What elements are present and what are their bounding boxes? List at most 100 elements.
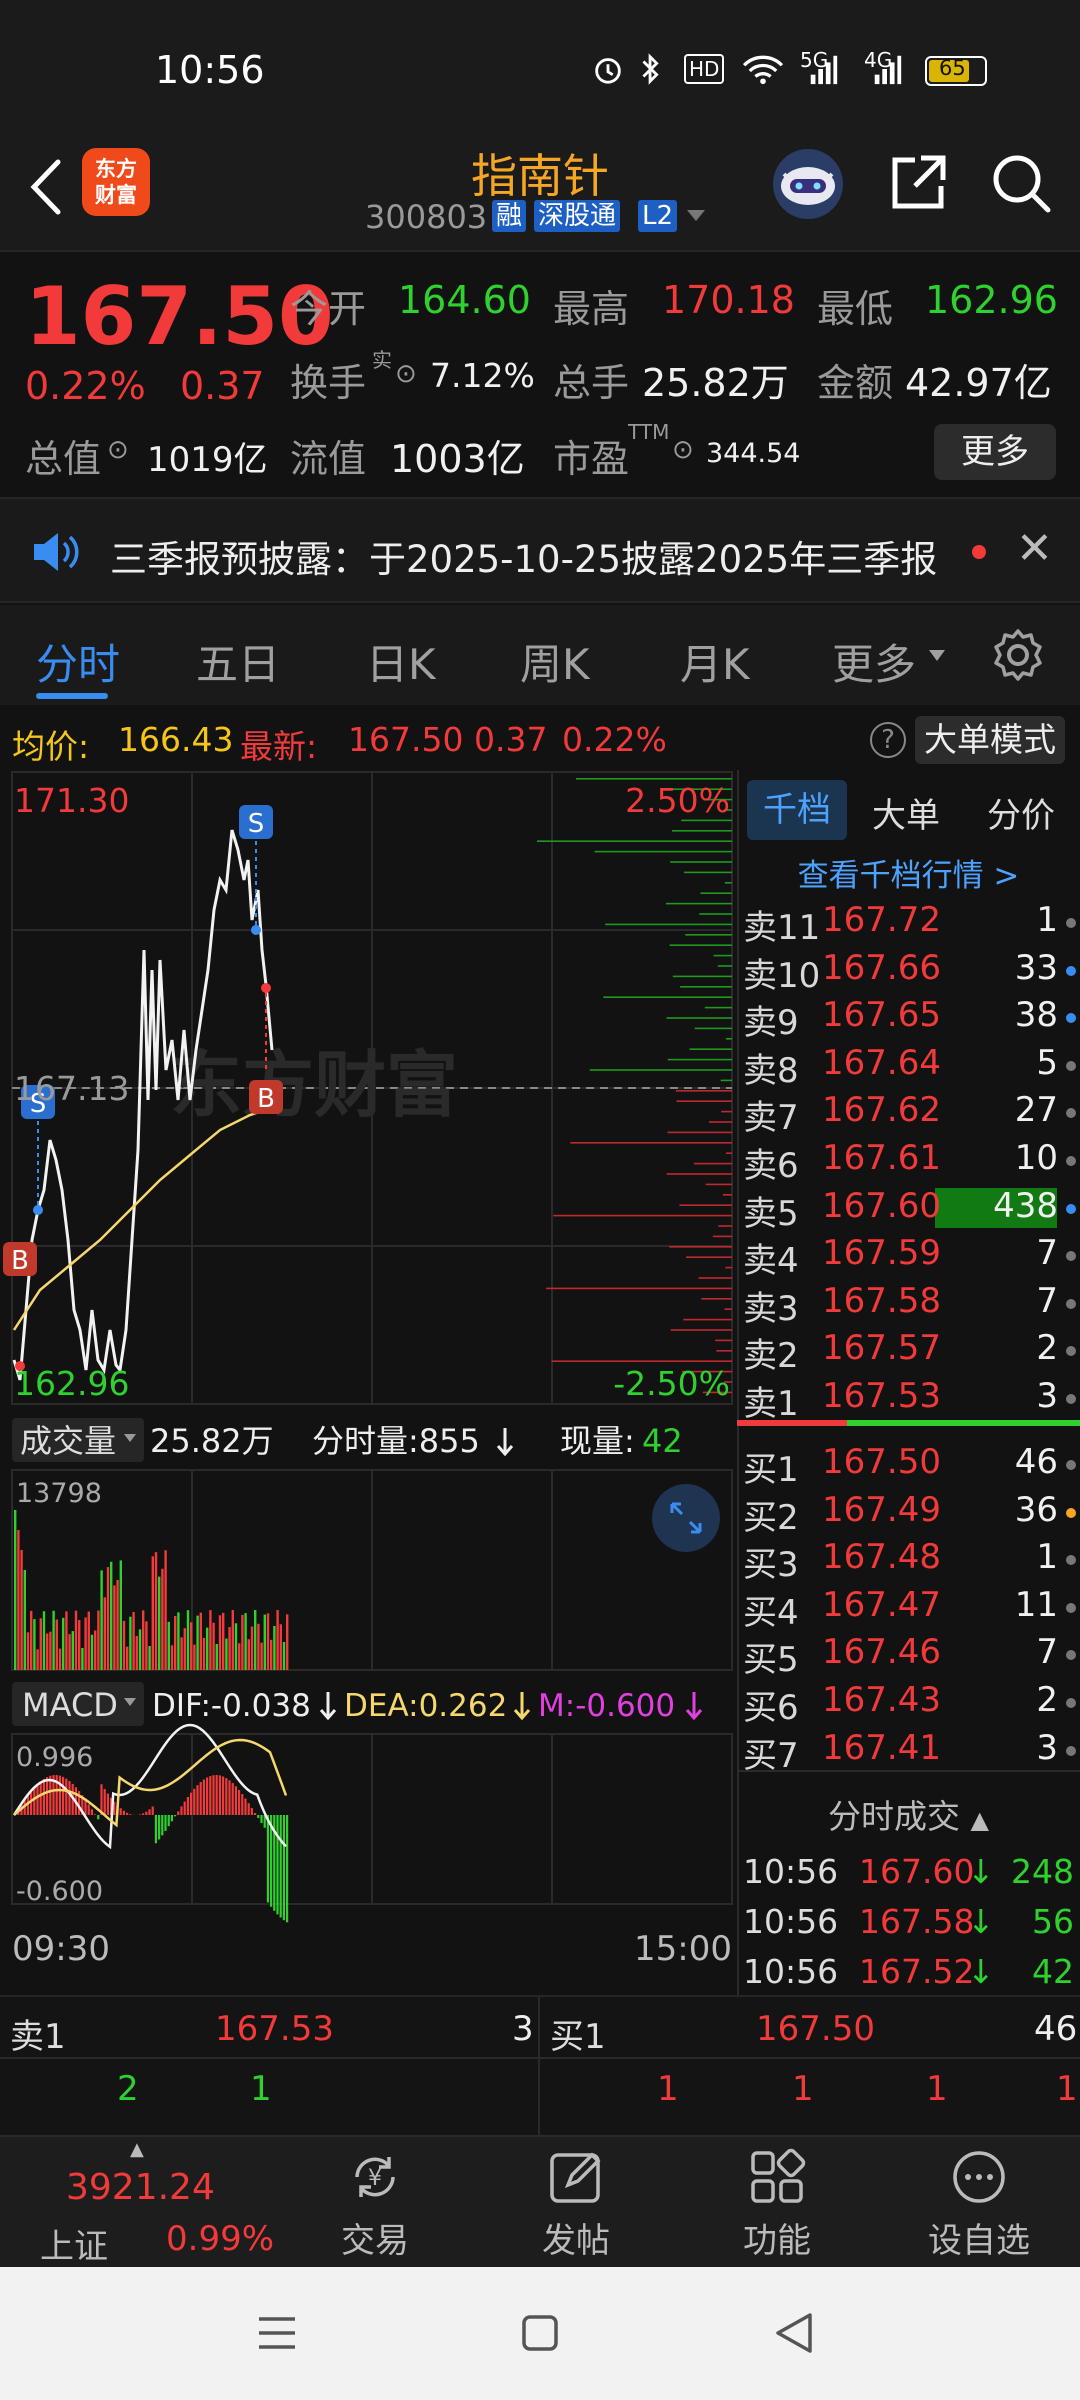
depth-bar (603, 996, 732, 998)
trades-header[interactable]: 分时成交 ▲ (737, 1790, 1080, 1838)
chevron-down-icon[interactable] (685, 207, 707, 225)
share-icon[interactable] (885, 150, 951, 216)
view-depth-link[interactable]: 查看千档行情 > (737, 850, 1080, 895)
macd-bar (65, 1778, 68, 1815)
tab-more[interactable]: 更多 (832, 631, 916, 692)
nav-functions[interactable]: 功能 (707, 2147, 847, 2262)
volume-bar (183, 1628, 186, 1670)
ask-queue-item: 1 (250, 2069, 272, 2109)
bid-row[interactable]: 买2 167.49 36 (737, 1490, 1080, 1538)
bid-row[interactable]: 买4 167.47 11 (737, 1585, 1080, 1633)
info-icon[interactable]: ⊙ (395, 359, 417, 389)
info-icon[interactable]: ⊙ (672, 435, 694, 465)
index-name: 上证 (40, 2227, 108, 2267)
menu-icon[interactable] (255, 2311, 299, 2355)
bid-row[interactable]: 买7 167.41 3 (737, 1728, 1080, 1776)
depth-bar (725, 1266, 732, 1269)
volume-bar (215, 1643, 218, 1670)
book-tab-big-order[interactable]: 大单 (872, 788, 940, 837)
book-tab-price-dist[interactable]: 分价 (987, 788, 1055, 837)
ask-row[interactable]: 卖3 167.58 7 (737, 1281, 1080, 1329)
divider (737, 1770, 1080, 1772)
ask-price: 167.65 (822, 995, 941, 1036)
tab-monthly-k[interactable]: 月K (680, 631, 750, 692)
ask-row[interactable]: 卖7 167.62 27 (737, 1090, 1080, 1138)
index-ticker[interactable]: ▲ 3921.24 上证 0.99% (30, 2137, 280, 2269)
price-axis-top: 171.30 (14, 781, 129, 820)
divider (0, 2057, 1080, 2059)
volume-bar (190, 1622, 193, 1670)
bid-row[interactable]: 买6 167.43 2 (737, 1680, 1080, 1728)
ask-row[interactable]: 卖2 167.57 2 (737, 1328, 1080, 1376)
ask-volume: 7 (1036, 1280, 1058, 1321)
ask-price: 167.59 (822, 1233, 941, 1274)
nav-add-watchlist[interactable]: 设自选 (909, 2147, 1049, 2262)
ask-row[interactable]: 卖4 167.59 7 (737, 1233, 1080, 1281)
expand-icon[interactable] (652, 1484, 720, 1552)
intraday-chart[interactable]: 东方财富 S S B B 171.30 167.13 162.96 2.50% … (0, 770, 737, 1995)
bid-row[interactable]: 买5 167.46 7 (737, 1632, 1080, 1680)
more-button[interactable]: 更多 (934, 424, 1056, 480)
close-icon[interactable]: ✕ (1016, 523, 1053, 574)
volume-bar (87, 1611, 90, 1670)
sell-marker[interactable]: S (239, 805, 273, 839)
help-icon[interactable]: ? (870, 722, 906, 758)
depth-bar (667, 1131, 732, 1134)
depth-bar (716, 1350, 732, 1352)
ask-price: 167.62 (822, 1090, 941, 1131)
sell-marker-label: S (248, 809, 265, 839)
buy-marker[interactable]: B (249, 1080, 283, 1114)
back-icon[interactable] (772, 2309, 816, 2357)
search-icon[interactable] (988, 150, 1054, 216)
info-icon[interactable]: ⊙ (107, 435, 129, 465)
ask-row[interactable]: 卖5 167.60 438 (737, 1186, 1080, 1234)
notice-bar[interactable]: 三季报预披露：于2025-10-25披露2025年三季报 ✕ (0, 497, 1080, 603)
ask-row[interactable]: 卖10 167.66 33 (737, 948, 1080, 996)
volume-bar (74, 1610, 78, 1670)
depth-bar (669, 1246, 732, 1248)
volume-bar (180, 1637, 183, 1670)
tab-weekly-k[interactable]: 周K (520, 631, 590, 692)
pe-sup: TTM (628, 420, 670, 444)
ask-row[interactable]: 卖11 167.72 1 (737, 900, 1080, 948)
volume-bar (62, 1617, 65, 1670)
volume-bar (52, 1610, 55, 1670)
bid-row[interactable]: 买1 167.50 46 (737, 1442, 1080, 1490)
depth-bar (570, 1142, 732, 1144)
book-tab-depth[interactable]: 千档 (747, 780, 847, 840)
tag-l2[interactable]: L2 (638, 200, 678, 232)
quote-panel: 167.50 0.22% 0.37 今开 164.60 最高 170.18 最低… (0, 250, 1080, 495)
index-percent: 0.99% (166, 2219, 275, 2259)
tab-daily-k[interactable]: 日K (366, 631, 436, 692)
macd-bar (177, 1811, 180, 1815)
hd-icon: HD (684, 54, 725, 84)
nav-post[interactable]: 发帖 (506, 2147, 646, 2262)
macd-bar (180, 1806, 183, 1815)
depth-bar (667, 1058, 732, 1061)
robot-assistant-icon[interactable] (770, 146, 846, 222)
home-icon[interactable] (518, 2311, 562, 2355)
tab-five-day[interactable]: 五日 (196, 631, 280, 692)
gear-icon[interactable] (990, 627, 1046, 683)
buy-marker[interactable]: B (3, 1242, 37, 1276)
macd-bar (87, 1804, 90, 1815)
bid-queue-item: 1 (926, 2069, 948, 2109)
big-order-mode-button[interactable]: 大单模式 (915, 716, 1065, 764)
ask-row[interactable]: 卖9 167.65 38 (737, 995, 1080, 1043)
ask-row[interactable]: 卖8 167.64 5 (737, 1043, 1080, 1091)
bid-volume: 11 (1014, 1584, 1058, 1625)
tab-intraday[interactable]: 分时 (36, 631, 120, 692)
ask-row[interactable]: 卖1 167.53 3 (737, 1376, 1080, 1424)
macd-bar (282, 1815, 285, 1921)
status-dot (1066, 918, 1076, 928)
trade-volume: 42 (1032, 1952, 1074, 1991)
ask-row[interactable]: 卖6 167.61 10 (737, 1138, 1080, 1186)
nav-trade[interactable]: ¥ 交易 (305, 2147, 445, 2262)
volume-selector-label: 成交量 (20, 1422, 116, 1460)
bid-row[interactable]: 买3 167.48 1 (737, 1537, 1080, 1585)
volume-bar (186, 1610, 190, 1670)
volume-value: 25.82万 (642, 361, 789, 405)
macd-bar (228, 1780, 231, 1815)
trade-time: 10:56 (743, 1852, 839, 1891)
macd-bar (183, 1801, 186, 1815)
